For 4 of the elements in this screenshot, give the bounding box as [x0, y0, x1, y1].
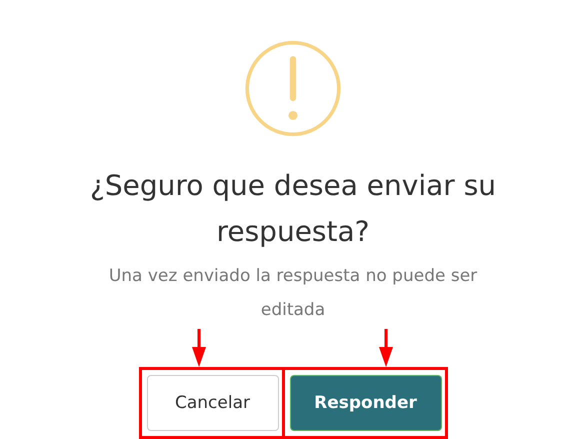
confirm-button[interactable]: Responder	[290, 375, 442, 431]
dialog-title: ¿Seguro que desea enviar su respuesta?	[88, 168, 498, 250]
cancel-button[interactable]: Cancelar	[146, 375, 278, 431]
dialog-message: Una vez enviado la respuesta no puede ser editada	[108, 265, 478, 322]
